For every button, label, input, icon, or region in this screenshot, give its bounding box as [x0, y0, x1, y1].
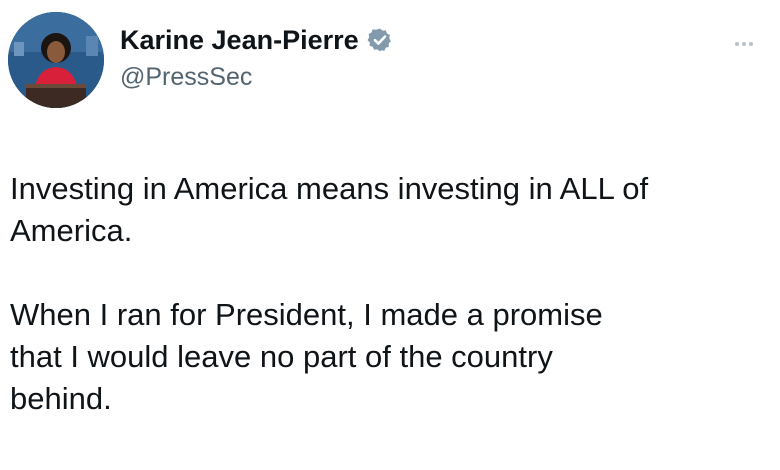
tweet-paragraph-2: When I ran for President, I made a promi…: [10, 297, 603, 416]
more-dot: [742, 42, 746, 46]
tweet-card: Karine Jean-Pierre @PressSec Investing i…: [0, 0, 780, 470]
author-name-row: Karine Jean-Pierre: [120, 22, 393, 58]
avatar-photo: [8, 12, 104, 108]
tweet-header: Karine Jean-Pierre @PressSec: [8, 12, 772, 112]
tweet-paragraph-1: Investing in America means investing in …: [10, 171, 649, 248]
author-handle[interactable]: @PressSec: [120, 60, 393, 94]
author-avatar[interactable]: [8, 12, 104, 108]
verified-badge-icon: [367, 27, 393, 53]
more-dot: [749, 42, 753, 46]
tweet-text: Investing in America means investing in …: [10, 168, 750, 420]
author-display-name[interactable]: Karine Jean-Pierre: [120, 22, 359, 58]
more-options-icon[interactable]: [724, 34, 764, 54]
more-dot: [735, 42, 739, 46]
author-identity: Karine Jean-Pierre @PressSec: [120, 22, 393, 94]
